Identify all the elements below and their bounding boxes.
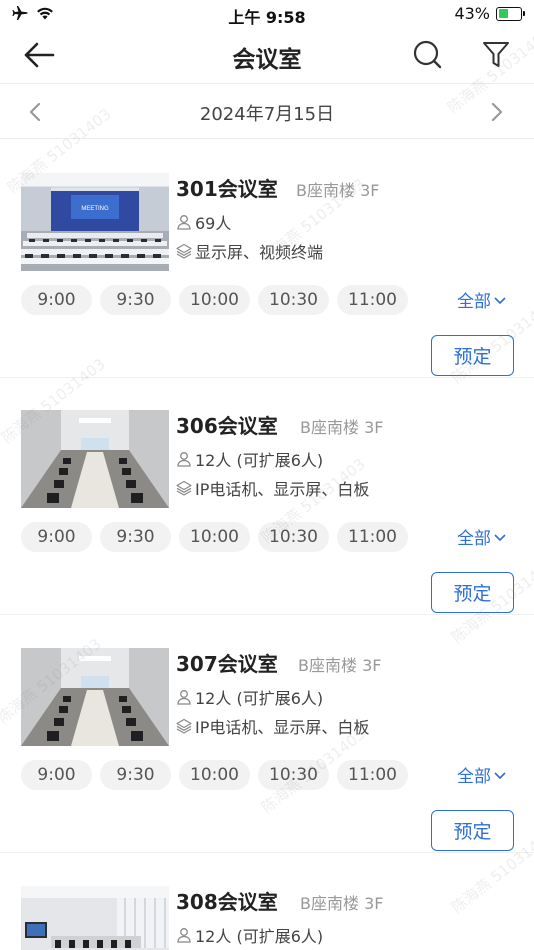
chevron-down-icon xyxy=(494,771,506,779)
room-equipment: 显示屏、视频终端 xyxy=(176,239,323,263)
room-location: B座南楼 3F xyxy=(300,418,384,437)
date-label[interactable]: 2024年7月15日 xyxy=(0,100,534,126)
time-slot[interactable]: 10:00 xyxy=(179,522,250,552)
room-name: 306会议室 xyxy=(176,414,278,438)
room-name: 307会议室 xyxy=(176,652,278,676)
room-photo xyxy=(21,886,169,950)
page-title: 会议室 xyxy=(232,47,302,73)
room-name: 301会议室 xyxy=(176,177,278,201)
battery-icon xyxy=(496,6,525,21)
filter-icon[interactable] xyxy=(480,39,512,71)
room-card[interactable]: 306会议室 B座南楼 3F 12人 (可扩展6人) IP电话机、显示屏、白板 … xyxy=(0,377,534,615)
book-button[interactable]: 预定 xyxy=(431,810,514,851)
room-name: 308会议室 xyxy=(176,890,278,914)
room-photo xyxy=(21,648,169,746)
time-slots: 9:00 9:30 10:00 10:30 11:00 xyxy=(21,760,408,790)
all-label: 全部 xyxy=(457,529,491,549)
all-label: 全部 xyxy=(457,292,491,312)
time-slot[interactable]: 11:00 xyxy=(337,285,408,315)
room-location: B座南楼 3F xyxy=(298,656,382,675)
room-capacity: 12人 (可扩展6人) xyxy=(176,923,323,947)
time-slot[interactable]: 10:00 xyxy=(179,285,250,315)
nav-bar: 会议室 xyxy=(0,28,534,84)
time-slot[interactable]: 9:30 xyxy=(100,522,171,552)
time-slot[interactable]: 9:30 xyxy=(100,760,171,790)
capacity-text: 12人 (可扩展6人) xyxy=(195,451,324,470)
room-photo: MEETING xyxy=(21,173,169,271)
room-capacity: 69人 xyxy=(176,210,231,234)
layers-icon xyxy=(176,243,192,259)
person-icon xyxy=(177,215,191,230)
time-slot[interactable]: 9:00 xyxy=(21,285,92,315)
all-label: 全部 xyxy=(457,767,491,787)
book-button[interactable]: 预定 xyxy=(431,572,514,613)
person-icon xyxy=(177,690,191,705)
time-slot[interactable]: 9:00 xyxy=(21,522,92,552)
time-slots: 9:00 9:30 10:00 10:30 11:00 xyxy=(21,285,408,315)
show-all-slots-button[interactable]: 全部 xyxy=(457,287,506,312)
room-location: B座南楼 3F xyxy=(296,181,380,200)
time-slot[interactable]: 10:30 xyxy=(258,522,329,552)
chevron-right-icon[interactable] xyxy=(488,101,506,123)
equipment-text: 显示屏、视频终端 xyxy=(195,243,324,262)
room-card[interactable]: MEETING 301会议室 B座南楼 3F 69人 显示屏、视频终端 9:00… xyxy=(0,140,534,378)
status-right: 43% xyxy=(454,4,525,23)
time-slots: 9:00 9:30 10:00 10:30 11:00 xyxy=(21,522,408,552)
room-card[interactable]: 308会议室 B座南楼 3F 12人 (可扩展6人) xyxy=(0,853,534,950)
show-all-slots-button[interactable]: 全部 xyxy=(457,762,506,787)
status-bar: 上午 9:58 43% xyxy=(0,0,534,28)
room-capacity: 12人 (可扩展6人) xyxy=(176,447,323,471)
capacity-text: 69人 xyxy=(195,214,232,233)
room-capacity: 12人 (可扩展6人) xyxy=(176,685,323,709)
time-slot[interactable]: 10:00 xyxy=(179,760,250,790)
book-button[interactable]: 预定 xyxy=(431,335,514,376)
layers-icon xyxy=(176,480,192,496)
equipment-text: IP电话机、显示屏、白板 xyxy=(195,718,370,737)
capacity-text: 12人 (可扩展6人) xyxy=(195,927,324,946)
time-slot[interactable]: 11:00 xyxy=(337,760,408,790)
chevron-down-icon xyxy=(494,296,506,304)
search-icon[interactable] xyxy=(412,39,444,71)
time-slot[interactable]: 9:00 xyxy=(21,760,92,790)
room-equipment: IP电话机、显示屏、白板 xyxy=(176,714,369,738)
time-slot[interactable]: 10:30 xyxy=(258,285,329,315)
time-slot[interactable]: 9:30 xyxy=(100,285,171,315)
show-all-slots-button[interactable]: 全部 xyxy=(457,524,506,549)
room-card[interactable]: 307会议室 B座南楼 3F 12人 (可扩展6人) IP电话机、显示屏、白板 … xyxy=(0,615,534,853)
battery-percent: 43% xyxy=(454,4,490,23)
capacity-text: 12人 (可扩展6人) xyxy=(195,689,324,708)
room-photo xyxy=(21,410,169,508)
equipment-text: IP电话机、显示屏、白板 xyxy=(195,480,370,499)
layers-icon xyxy=(176,718,192,734)
chevron-down-icon xyxy=(494,533,506,541)
room-equipment: IP电话机、显示屏、白板 xyxy=(176,476,369,500)
screen-text: MEETING xyxy=(81,206,109,212)
time-slot[interactable]: 10:30 xyxy=(258,760,329,790)
time-slot[interactable]: 11:00 xyxy=(337,522,408,552)
person-icon xyxy=(177,928,191,943)
room-location: B座南楼 3F xyxy=(300,894,384,913)
person-icon xyxy=(177,452,191,467)
date-bar: 2024年7月15日 xyxy=(0,85,534,139)
